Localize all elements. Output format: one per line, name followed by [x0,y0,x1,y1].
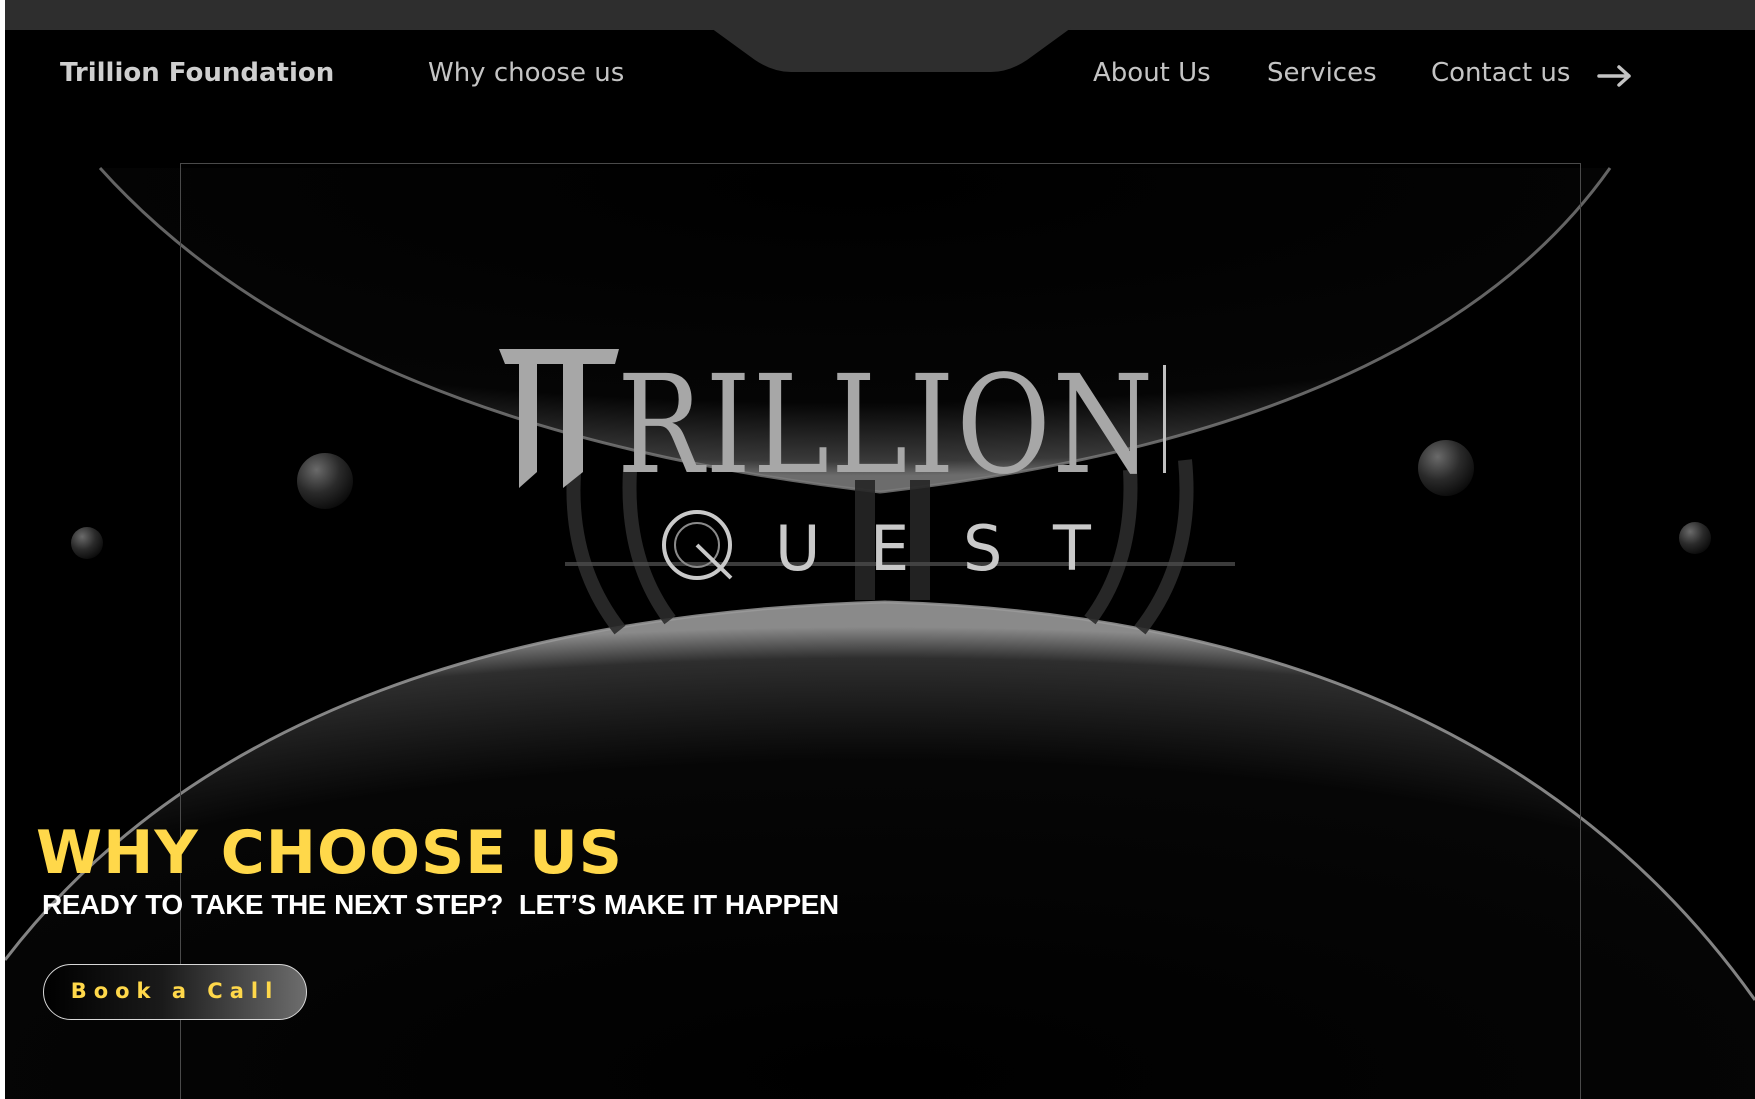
nav-link-about-us[interactable]: About Us [1093,58,1211,88]
nav-link-contact-us[interactable]: Contact us [1431,58,1570,88]
hero-subline-question: READY TO TAKE THE NEXT STEP? [42,889,503,920]
book-a-call-button[interactable]: Book a Call [43,964,307,1020]
hero-subline: READY TO TAKE THE NEXT STEP? LET’S MAKE I… [42,889,839,921]
moon-far-right [1679,522,1711,554]
nav-link-why-choose-us[interactable]: Why choose us [428,58,624,88]
hero-headline: WHY CHOOSE US [36,818,624,888]
hero-subline-statement: LET’S MAKE IT HAPPEN [518,889,839,920]
content-guide-frame [180,163,1581,1099]
brand-name[interactable]: Trillion Foundation [60,58,334,88]
moon-far-left [71,527,103,559]
page-frame: RILLION U E S T Trillion Foundation Why … [5,0,1755,1099]
arrow-right-icon[interactable] [1597,64,1633,88]
nav-link-services[interactable]: Services [1267,58,1377,88]
